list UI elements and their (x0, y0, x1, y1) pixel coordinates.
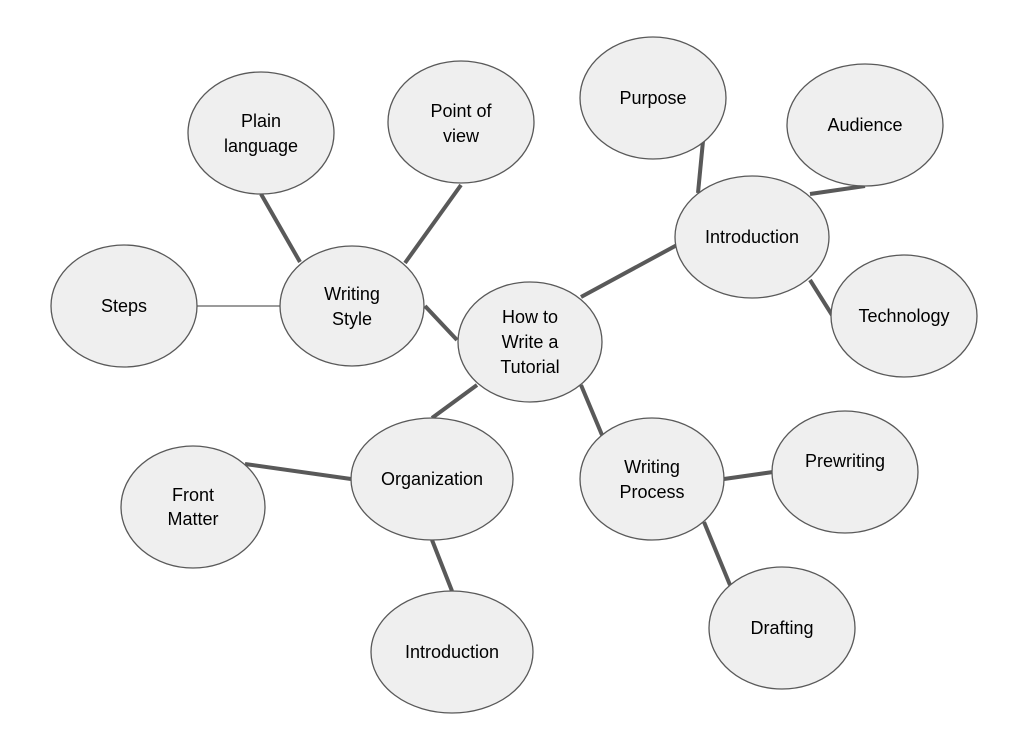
edge-writing-style-to-plain-language (259, 193, 302, 263)
node-ellipse[interactable] (579, 417, 725, 541)
node-label-line: Audience (827, 115, 902, 135)
node-label-line: Process (619, 482, 684, 502)
edge-root-to-organization (430, 383, 479, 420)
edge-introduction-main-to-purpose (696, 140, 705, 194)
node-label-line: Steps (101, 296, 147, 316)
edge-introduction-main-to-audience (809, 184, 866, 196)
node-root[interactable]: How to Write a Tutorial (457, 281, 603, 403)
node-label-line: Writing (624, 457, 680, 477)
node-label-line: How to (502, 307, 558, 327)
node-label-line: Plain (241, 111, 281, 131)
node-audience[interactable]: Audience (786, 63, 944, 187)
node-label-line: Matter (167, 509, 218, 529)
node-front-matter[interactable]: Front Matter (120, 445, 266, 569)
mind-map-canvas: How to Write a Tutorial Writing Style Plain la… (50, 36, 978, 714)
node-purpose[interactable]: Purpose (579, 36, 727, 160)
node-label-line: Write a (502, 332, 560, 352)
edge-writing-style-to-point-of-view (403, 183, 463, 265)
node-drafting[interactable]: Drafting (708, 566, 856, 690)
edge-root-to-introduction-main (580, 243, 678, 299)
node-label-line: Organization (381, 469, 483, 489)
nodes-layer: How to Write a Tutorial Writing Style Plain la… (50, 36, 978, 714)
node-point-of-view[interactable]: Point of view (387, 60, 535, 184)
node-plain-language[interactable]: Plain language (187, 71, 335, 195)
edge-organization-to-introduction-org (430, 539, 454, 592)
node-ellipse[interactable] (120, 445, 266, 569)
node-label-line: view (443, 126, 480, 146)
node-label-line: Introduction (405, 642, 499, 662)
node-label-line: Front (172, 485, 214, 505)
node-label-line: Writing (324, 284, 380, 304)
node-introduction-main[interactable]: Introduction (674, 175, 830, 299)
node-label-line: Point of (430, 101, 492, 121)
node-prewriting[interactable]: Prewriting (771, 410, 919, 534)
node-ellipse[interactable] (279, 245, 425, 367)
edge-root-to-writing-style (423, 304, 459, 342)
node-steps[interactable]: Steps (50, 244, 198, 368)
node-label-line: Technology (858, 306, 949, 326)
node-writing-style[interactable]: Writing Style (279, 245, 425, 367)
node-label-line: Introduction (705, 227, 799, 247)
node-ellipse[interactable] (387, 60, 535, 184)
edge-introduction-main-to-technology (808, 278, 834, 317)
node-label-line: Purpose (619, 88, 686, 108)
node-label-line: Prewriting (805, 451, 885, 471)
node-organization[interactable]: Organization (350, 417, 514, 541)
node-ellipse[interactable] (187, 71, 335, 195)
node-label-line: Style (332, 309, 372, 329)
edge-writing-process-to-drafting (702, 521, 732, 586)
edge-root-to-writing-process (579, 384, 604, 436)
edge-organization-to-front-matter (244, 462, 352, 481)
node-writing-process[interactable]: Writing Process (579, 417, 725, 541)
edge-writing-process-to-prewriting (723, 470, 774, 481)
node-label-line: language (224, 136, 298, 156)
node-technology[interactable]: Technology (830, 254, 978, 378)
node-introduction-org[interactable]: Introduction (370, 590, 534, 714)
node-label-line: Drafting (750, 618, 813, 638)
node-label-line: Tutorial (500, 357, 559, 377)
node-ellipse[interactable] (771, 410, 919, 534)
